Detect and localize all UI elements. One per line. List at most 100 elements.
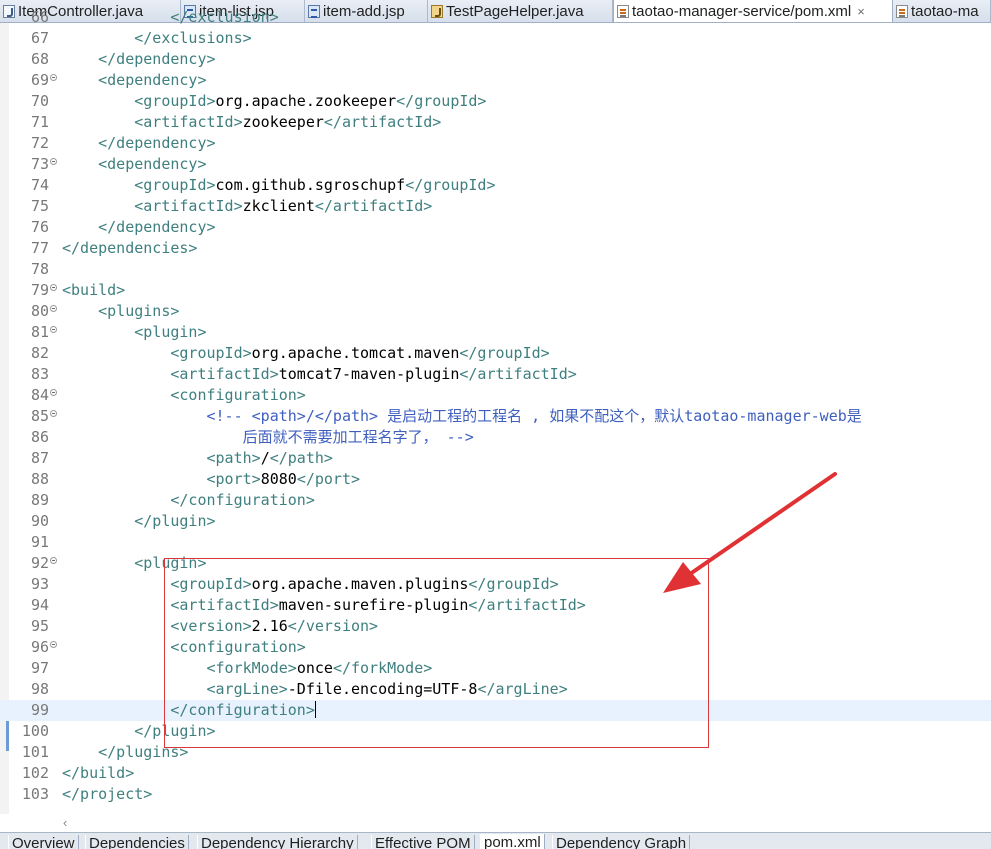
fold-toggle-icon[interactable]	[50, 74, 57, 81]
code-line[interactable]: 85 <!-- <path>/</path> 是启动工程的工程名 , 如果不配这…	[0, 406, 991, 427]
line-text: </plugins>	[98, 743, 189, 761]
line-number: 98	[30, 680, 49, 698]
line-text: <version>2.16</version>	[170, 617, 379, 635]
horizontal-scrollbar[interactable]: ‹	[61, 814, 991, 831]
fold-toggle-icon[interactable]	[50, 305, 57, 312]
line-number: 67	[30, 29, 49, 47]
line-text: <!-- <path>/</path> 是启动工程的工程名 , 如果不配这个，默…	[206, 407, 862, 425]
code-line[interactable]: 96 <configuration>	[0, 637, 991, 658]
page-tab-dependencies[interactable]: Dependencies	[85, 835, 189, 849]
line-text: <artifactId>tomcat7-maven-plugin</artifa…	[170, 365, 577, 383]
code-line[interactable]: 86 后面就不需要加工程名字了， -->	[0, 427, 991, 448]
code-line[interactable]: 66 </exclusion>	[0, 7, 991, 28]
fold-toggle-icon[interactable]	[50, 284, 57, 291]
line-text: <build>	[62, 281, 126, 299]
line-text: <artifactId>zkclient</artifactId>	[134, 197, 433, 215]
code-line[interactable]: 101 </plugins>	[0, 742, 991, 763]
fold-toggle-icon[interactable]	[50, 410, 57, 417]
code-line[interactable]: 75 <artifactId>zkclient</artifactId>	[0, 196, 991, 217]
code-line[interactable]: 78	[0, 259, 991, 280]
code-line[interactable]: 73 <dependency>	[0, 154, 991, 175]
line-number: 84	[30, 386, 49, 404]
line-text: <dependency>	[98, 155, 207, 173]
line-text: </exclusion>	[170, 8, 279, 26]
code-line[interactable]: 67 </exclusions>	[0, 28, 991, 49]
code-line[interactable]: 95 <version>2.16</version>	[0, 616, 991, 637]
code-line[interactable]: 90 </plugin>	[0, 511, 991, 532]
line-number: 93	[30, 575, 49, 593]
code-line[interactable]: 94 <artifactId>maven-surefire-plugin</ar…	[0, 595, 991, 616]
code-line[interactable]: 103 </project>	[0, 784, 991, 805]
page-tab-pom-xml[interactable]: pom.xml	[480, 834, 545, 849]
code-line[interactable]: 70 <groupId>org.apache.zookeeper</groupI…	[0, 91, 991, 112]
code-line[interactable]: 102 </build>	[0, 763, 991, 784]
fold-toggle-icon[interactable]	[50, 641, 57, 648]
line-number: 83	[30, 365, 49, 383]
code-line[interactable]: 98 <argLine>-Dfile.encoding=UTF-8</argLi…	[0, 679, 991, 700]
line-text: </dependency>	[98, 134, 216, 152]
line-text: </exclusions>	[134, 29, 252, 47]
page-tab-overview[interactable]: Overview	[8, 835, 79, 849]
scroll-left-icon[interactable]: ‹	[63, 815, 67, 830]
code-line[interactable]: 69 <dependency>	[0, 70, 991, 91]
line-text: <configuration>	[170, 638, 306, 656]
fold-toggle-icon[interactable]	[50, 326, 57, 333]
line-text: </project>	[62, 785, 153, 803]
fold-toggle-icon[interactable]	[50, 557, 57, 564]
code-line[interactable]: 79 <build>	[0, 280, 991, 301]
code-line[interactable]: 68 </dependency>	[0, 49, 991, 70]
code-line[interactable]: 74 <groupId>com.github.sgroschupf</group…	[0, 175, 991, 196]
line-text: </dependencies>	[62, 239, 198, 257]
line-number: 91	[30, 533, 49, 551]
line-text: </configuration>	[170, 491, 315, 509]
code-line[interactable]: 99 </configuration>	[0, 700, 991, 721]
code-line[interactable]: 81 <plugin>	[0, 322, 991, 343]
code-line[interactable]: 71 <artifactId>zookeeper</artifactId>	[0, 112, 991, 133]
line-number: 73	[30, 155, 49, 173]
page-tab-dependency-hierarchy[interactable]: Dependency Hierarchy	[197, 835, 358, 849]
line-number: 68	[30, 50, 49, 68]
line-text: <configuration>	[170, 386, 306, 404]
code-line[interactable]: 89 </configuration>	[0, 490, 991, 511]
code-line[interactable]: 88 <port>8080</port>	[0, 469, 991, 490]
line-number: 74	[30, 176, 49, 194]
code-line[interactable]: 100 </plugin>	[0, 721, 991, 742]
line-text: <argLine>-Dfile.encoding=UTF-8</argLine>	[206, 680, 568, 698]
line-number: 99	[30, 701, 49, 719]
line-number: 71	[30, 113, 49, 131]
line-number: 66	[30, 8, 49, 26]
line-number: 89	[30, 491, 49, 509]
code-line[interactable]: 93 <groupId>org.apache.maven.plugins</gr…	[0, 574, 991, 595]
line-text: </configuration>	[170, 701, 316, 719]
code-line[interactable]: 91	[0, 532, 991, 553]
line-text: <plugin>	[134, 323, 207, 341]
line-text: <path>/</path>	[206, 449, 333, 467]
page-tab-dependency-graph[interactable]: Dependency Graph	[552, 835, 691, 849]
code-line[interactable]: 84 <configuration>	[0, 385, 991, 406]
code-line[interactable]: 97 <forkMode>once</forkMode>	[0, 658, 991, 679]
pom-editor-page-tabs: Overview Dependencies Dependency Hierarchy…	[0, 832, 991, 849]
code-line[interactable]: 83 <artifactId>tomcat7-maven-plugin</art…	[0, 364, 991, 385]
line-text: 后面就不需要加工程名字了， -->	[62, 428, 474, 446]
code-line[interactable]: 82 <groupId>org.apache.tomcat.maven</gro…	[0, 343, 991, 364]
line-text: <plugins>	[98, 302, 180, 320]
code-line[interactable]: 76 </dependency>	[0, 217, 991, 238]
line-number: 94	[30, 596, 49, 614]
line-text: </plugin>	[134, 512, 216, 530]
fold-toggle-icon[interactable]	[50, 158, 57, 165]
line-number: 75	[30, 197, 49, 215]
line-text: <forkMode>once</forkMode>	[206, 659, 433, 677]
line-number: 79	[30, 281, 49, 299]
line-number: 69	[30, 71, 49, 89]
code-line[interactable]: 87 <path>/</path>	[0, 448, 991, 469]
code-line[interactable]: 72 </dependency>	[0, 133, 991, 154]
line-number: 86	[30, 428, 49, 446]
code-line[interactable]: 80 <plugins>	[0, 301, 991, 322]
fold-toggle-icon[interactable]	[50, 389, 57, 396]
line-text: </build>	[62, 764, 135, 782]
line-text: <plugin>	[134, 554, 207, 572]
code-line[interactable]: 92 <plugin>	[0, 553, 991, 574]
page-tab-effective-pom[interactable]: Effective POM	[371, 835, 475, 849]
code-line[interactable]: 77 </dependencies>	[0, 238, 991, 259]
line-text: </plugin>	[134, 722, 216, 740]
